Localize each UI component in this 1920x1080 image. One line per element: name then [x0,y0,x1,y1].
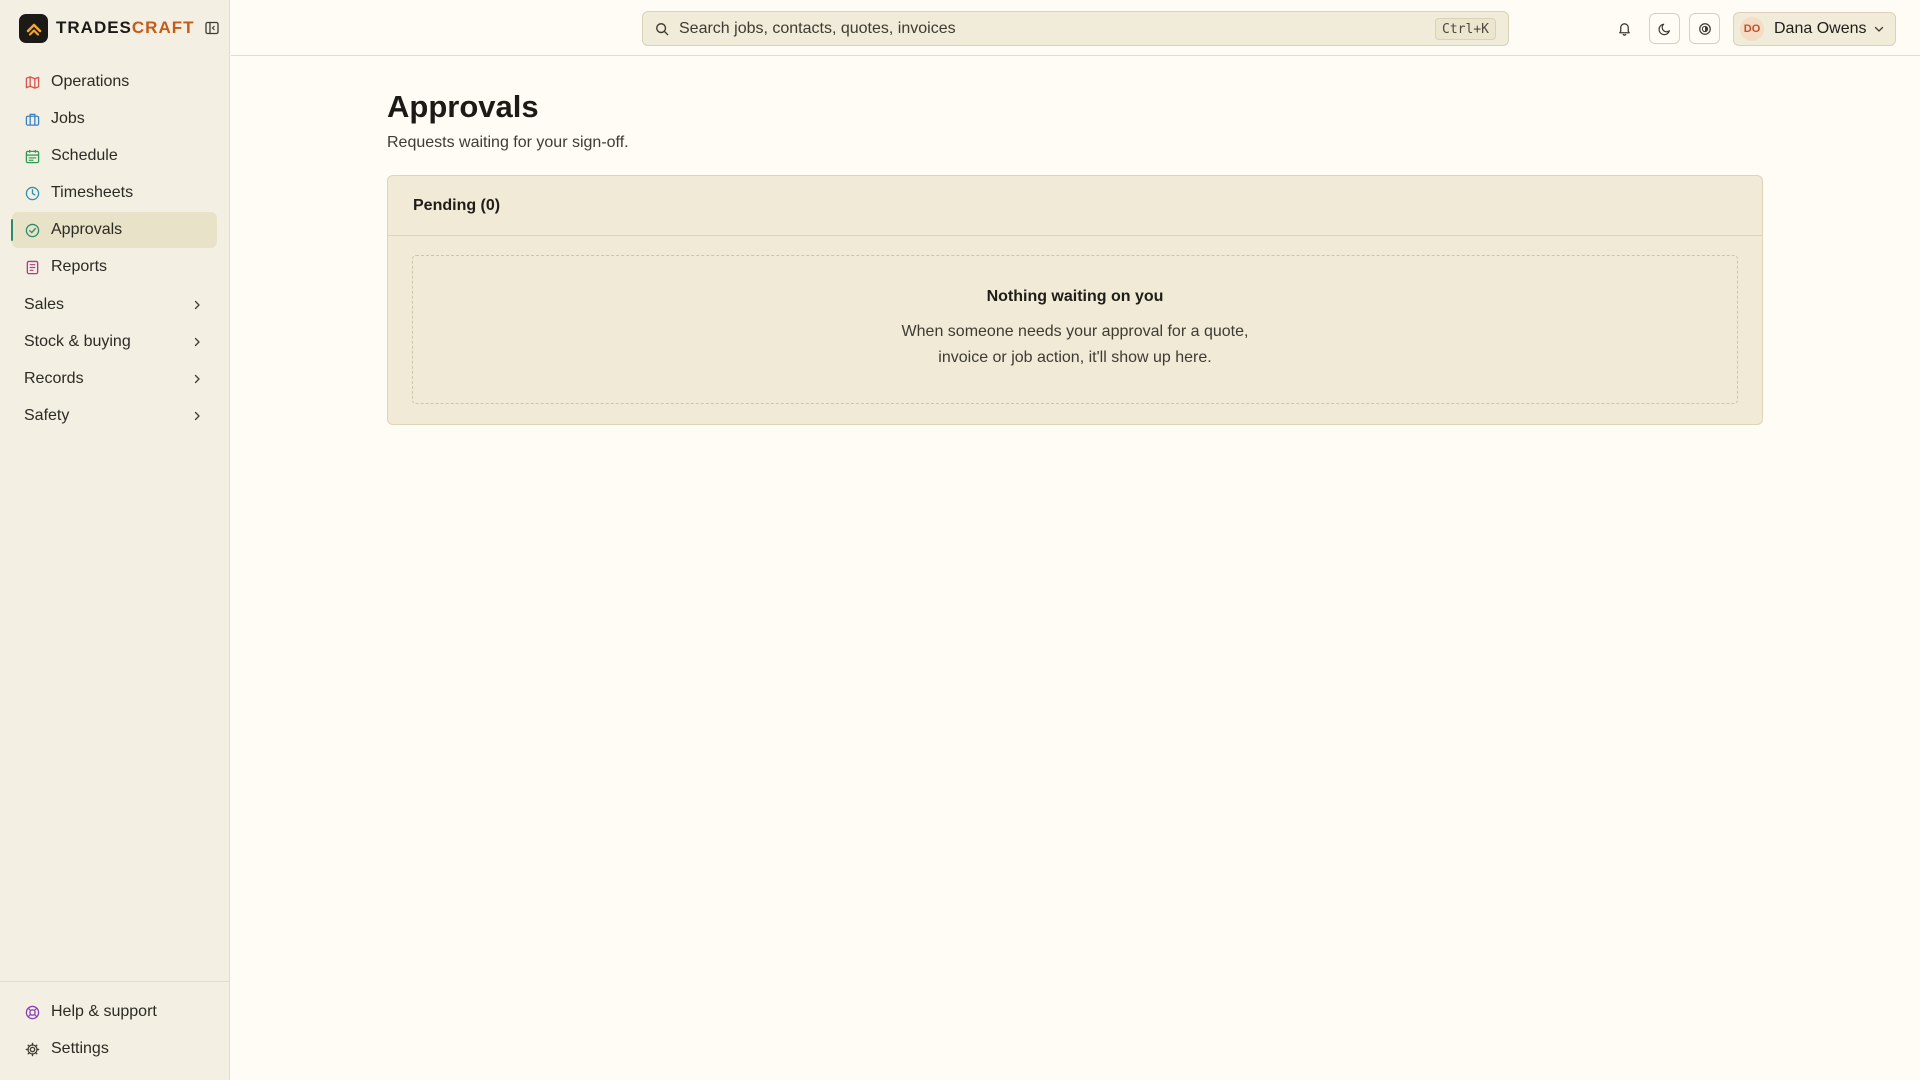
sidebar-nav: Operations Jobs Schedule Timesheets Appr… [0,64,229,434]
sidebar-item-label: Approvals [51,221,123,238]
sidebar-item-label: Schedule [51,147,118,164]
sidebar-item-approvals[interactable]: Approvals [11,212,217,248]
chevron-right-icon [194,300,200,309]
map-icon [24,74,40,90]
pending-card: Pending (0) Nothing waiting on you When … [387,175,1763,425]
sidebar-item-timesheets[interactable]: Timesheets [12,175,217,211]
lifebuoy-icon [24,1004,40,1020]
sidebar-group-label: Records [24,369,84,387]
sidebar-item-settings[interactable]: Settings [12,1031,217,1067]
sidebar-item-help-support[interactable]: Help & support [12,994,217,1030]
sidebar-collapse-icon[interactable] [203,19,221,37]
moon-icon [1657,23,1670,35]
document-icon [24,259,40,275]
tradescraft-logo-icon[interactable] [19,13,48,43]
chevron-right-icon [194,411,200,420]
topbar: Search jobs, contacts, quotes, invoices … [231,0,1920,56]
sidebar-item-label: Operations [51,73,130,90]
sidebar-group-sales[interactable]: Sales [12,286,217,323]
empty-state: Nothing waiting on you When someone need… [412,255,1738,404]
empty-state-text: When someone needs your approval for a q… [901,323,1249,366]
sidebar-group-records[interactable]: Records [12,360,217,397]
search-input[interactable]: Search jobs, contacts, quotes, invoices … [642,11,1509,46]
sidebar-item-label: Reports [51,258,108,275]
briefcase-icon [24,111,40,127]
search-shortcut-badge: Ctrl+K [1435,18,1496,40]
user-menu-button[interactable]: DO Dana Owens [1733,12,1896,46]
chevron-down-icon [1874,26,1884,32]
search-placeholder: Search jobs, contacts, quotes, invoices [679,19,956,37]
sidebar-item-label: Help & support [51,1003,157,1020]
gear-icon [24,1041,40,1057]
main-content: Approvals Requests waiting for your sign… [387,56,1763,425]
sidebar-item-label: Timesheets [51,184,134,201]
sidebar-item-schedule[interactable]: Schedule [12,138,217,174]
sidebar-group-label: Sales [24,295,65,313]
chevron-right-icon [194,374,200,383]
page-title: Approvals [387,89,539,124]
theme-toggle-button[interactable] [1649,13,1680,44]
page-subtitle: Requests waiting for your sign-off. [387,134,629,151]
sidebar-footer: Help & support Settings [0,981,229,1080]
brand-name: TRADESCRAFT [56,18,195,38]
sidebar-group-label: Safety [24,406,70,424]
search-icon [656,22,669,35]
brand-name-accent: CRAFT [131,18,195,37]
sidebar-item-operations[interactable]: Operations [12,64,217,100]
sidebar-item-reports[interactable]: Reports [12,249,217,285]
contrast-icon [1698,22,1711,35]
sidebar-item-label: Settings [51,1040,109,1057]
sidebar: TRADESCRAFT Operations Jobs Schedule Tim… [0,0,230,1080]
sidebar-group-label: Stock & buying [24,332,131,350]
sidebar-item-jobs[interactable]: Jobs [12,101,217,137]
check-circle-icon [24,222,40,238]
clock-icon [24,185,40,201]
chevron-right-icon [194,337,200,346]
contrast-toggle-button[interactable] [1689,13,1720,44]
sidebar-item-label: Jobs [51,110,85,127]
sidebar-group-safety[interactable]: Safety [12,397,217,434]
empty-state-title: Nothing waiting on you [986,288,1164,305]
pending-card-header: Pending (0) [388,176,1762,236]
sidebar-group-stock-buying[interactable]: Stock & buying [12,323,217,360]
notifications-button[interactable] [1609,13,1640,44]
user-name: Dana Owens [1774,20,1867,37]
bell-icon [1619,23,1630,36]
avatar: DO [1740,17,1764,41]
brand: TRADESCRAFT [0,0,229,56]
brand-name-main: TRADES [56,18,132,37]
calendar-icon [24,148,40,164]
pending-card-body: Nothing waiting on you When someone need… [388,236,1762,424]
